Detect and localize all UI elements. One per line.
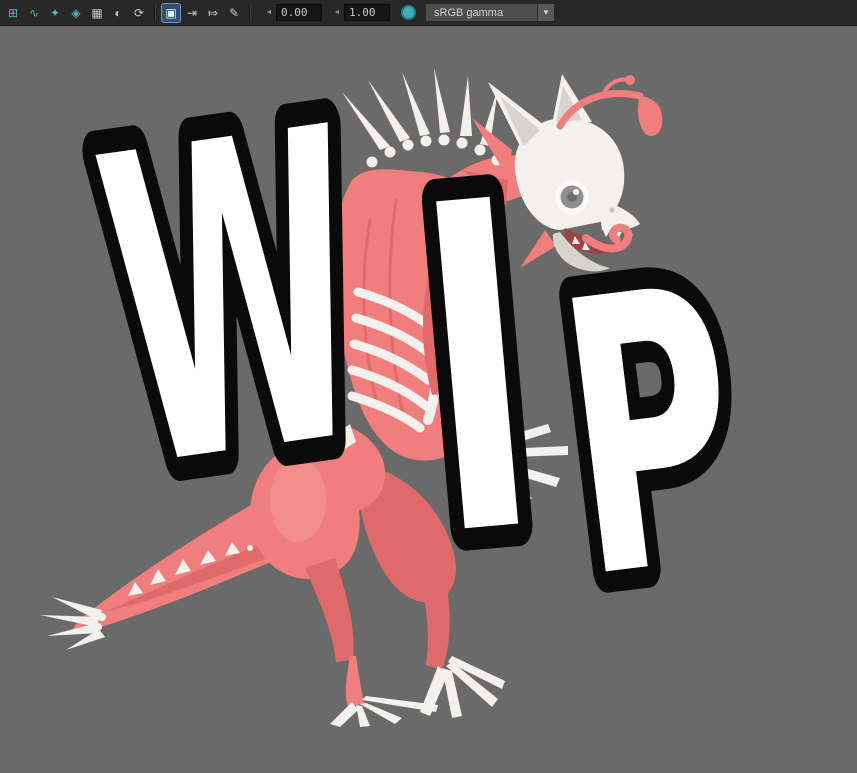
contrast-field-group: ◄ bbox=[331, 4, 390, 21]
construction-history-icon[interactable]: ⟳ bbox=[130, 4, 148, 22]
color-transform-value: sRGB gamma bbox=[434, 6, 504, 19]
isolate-select-icon[interactable]: ▣ bbox=[161, 2, 181, 23]
viewport[interactable]: W I P bbox=[0, 26, 857, 773]
input-connections-icon[interactable]: ⇥ bbox=[183, 4, 201, 22]
color-management-icon[interactable] bbox=[401, 5, 416, 20]
exposure-slider-icon[interactable]: ◄ bbox=[263, 6, 275, 20]
status-line-toolbar: ⊞ ∿ ✦ ◈ ▦ ◐ ⟳ ▣ ⇥ ⤇ ✎ ◄ ◄ sRGB gamma ▾ bbox=[0, 0, 857, 26]
toolbar-separator bbox=[154, 4, 156, 21]
snap-to-points-icon[interactable]: ✦ bbox=[46, 4, 64, 22]
snap-to-grids-icon[interactable]: ⊞ bbox=[4, 4, 22, 22]
chevron-down-icon[interactable]: ▾ bbox=[537, 4, 554, 21]
viewport-scene: W I P bbox=[40, 26, 776, 727]
exposure-field[interactable] bbox=[276, 4, 322, 21]
snap-to-curves-icon[interactable]: ∿ bbox=[25, 4, 43, 22]
snap-to-projected-center-icon[interactable]: ◈ bbox=[67, 4, 85, 22]
exposure-field-group: ◄ bbox=[263, 4, 322, 21]
paint-effects-icon[interactable]: ✎ bbox=[225, 4, 243, 22]
make-live-icon[interactable]: ▦ bbox=[88, 4, 106, 22]
output-connections-icon[interactable]: ⤇ bbox=[204, 4, 222, 22]
wip-letter-w: W bbox=[77, 39, 392, 564]
toolbar-separator bbox=[249, 4, 251, 21]
symmetry-icon[interactable]: ◐ bbox=[109, 4, 127, 22]
wip-letter-p: P bbox=[543, 206, 760, 663]
color-transform-dropdown[interactable]: sRGB gamma ▾ bbox=[425, 3, 555, 22]
contrast-field[interactable] bbox=[344, 4, 390, 21]
contrast-slider-icon[interactable]: ◄ bbox=[331, 6, 343, 20]
